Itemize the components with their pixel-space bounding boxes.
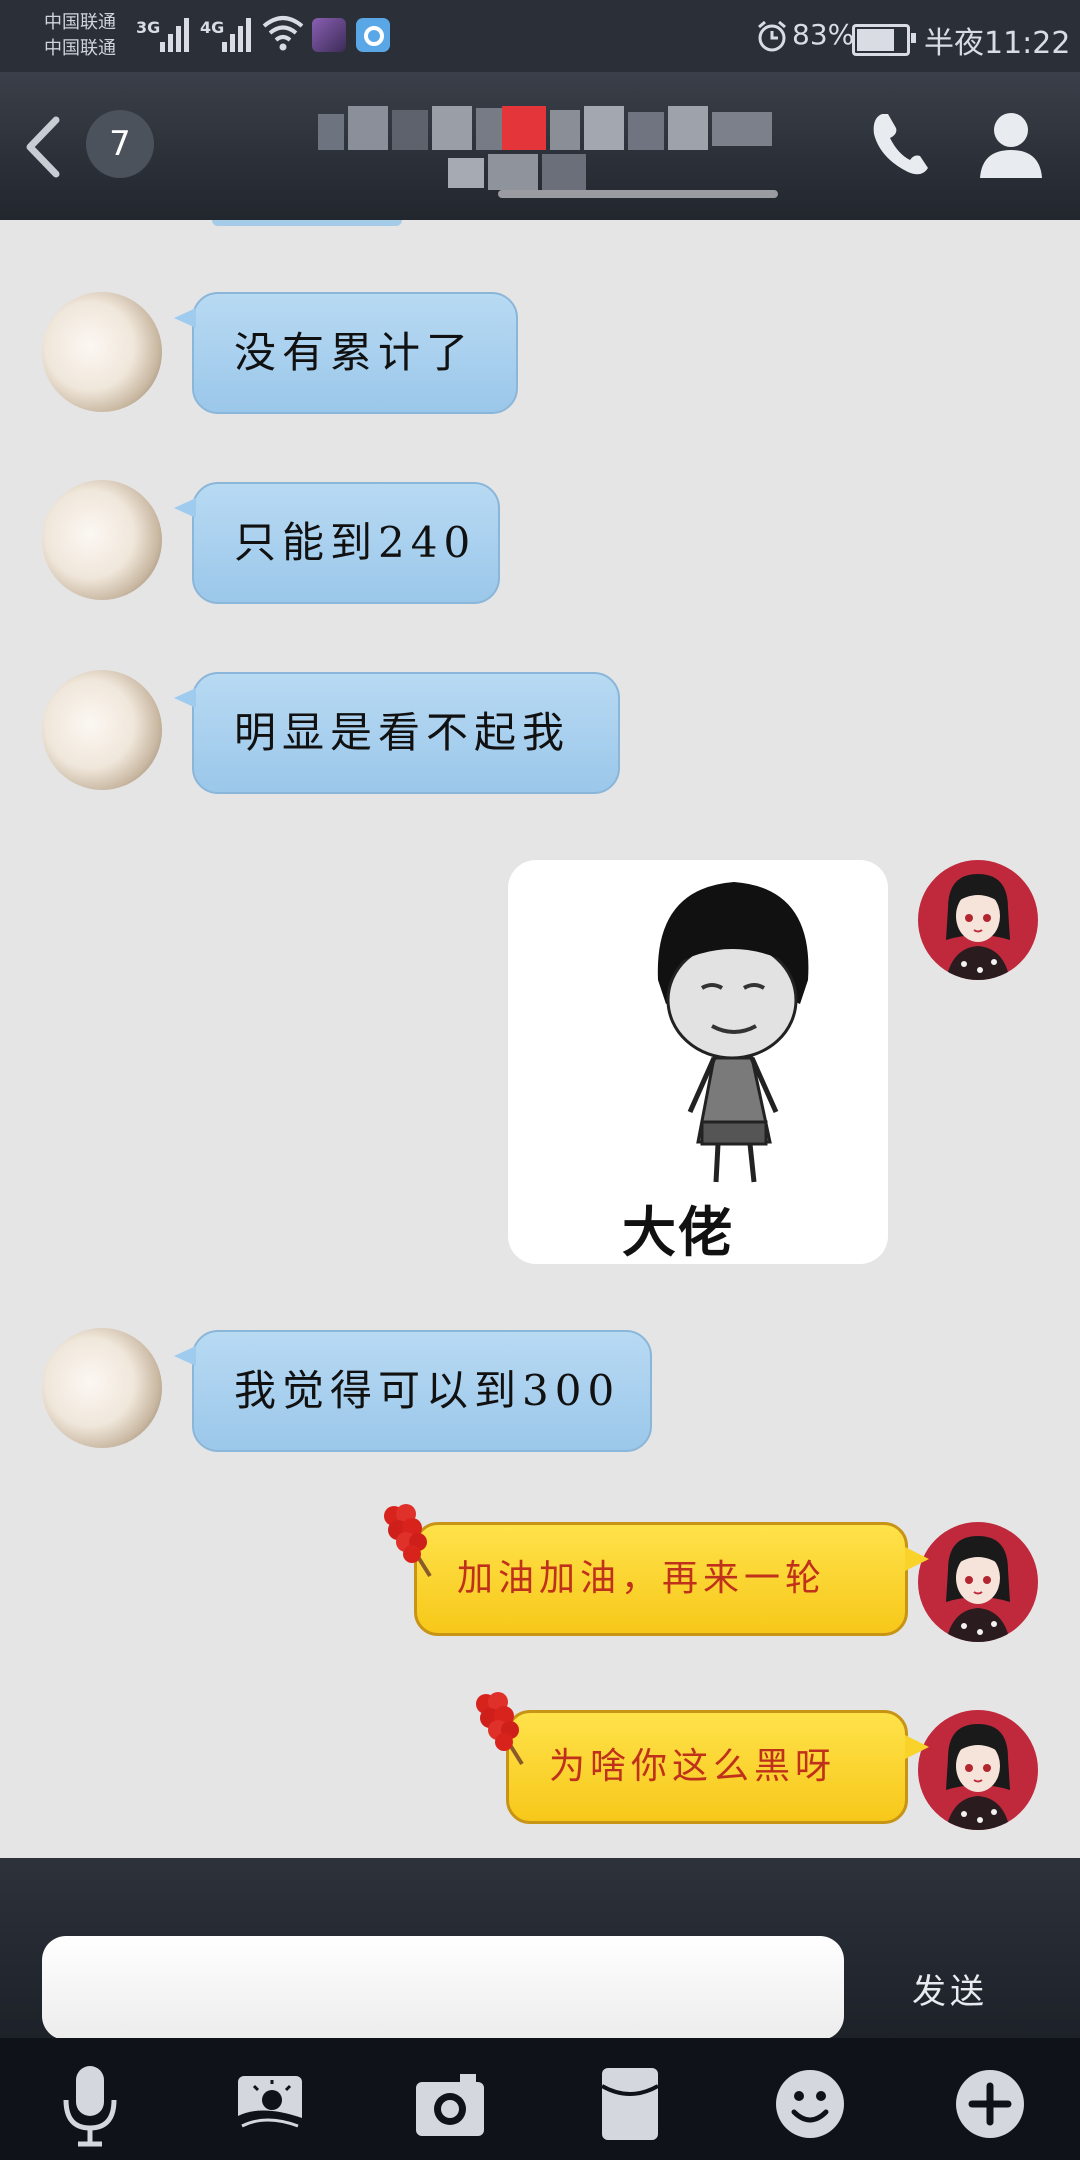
carrier-2: 中国联通 [44,38,116,59]
battery-fill [857,29,894,51]
emoji-icon[interactable] [762,2056,858,2152]
carrier-1: 中国联通 [44,12,116,33]
status-bar: 中国联通 中国联通 3G 4G 83% 半夜11:22 [0,0,1080,72]
profile-icon[interactable] [976,108,1046,180]
incoming-message[interactable]: 我觉得可以到300 [174,1330,652,1452]
carrier-labels: 中国联通 中国联通 [44,10,116,62]
message-list[interactable]: 没有累计了 只能到240 明显是看不起我 大佬 我觉得可以到300 加油加油，再… [0,220,1080,1860]
message-input[interactable] [42,1936,844,2040]
send-button[interactable]: 发送 [880,1936,1020,2040]
network-type-1: 3G [136,18,161,37]
candy-haw-decoration-icon [476,1692,524,1766]
contact-avatar[interactable] [42,1328,162,1448]
sticker-message[interactable]: 大佬 [508,860,888,1264]
battery-icon [852,24,916,56]
alarm-icon [758,20,786,52]
contact-avatar[interactable] [42,670,162,790]
chat-header: 7 [0,72,1080,220]
outgoing-message[interactable]: 加油加油，再来一轮 [414,1522,929,1636]
my-avatar[interactable] [918,1710,1038,1830]
wifi-icon [262,16,304,51]
chat-title-redacted [318,106,778,198]
outgoing-message[interactable]: 为啥你这么黑呀 [506,1710,929,1824]
my-avatar[interactable] [918,860,1038,980]
candy-haw-decoration-icon [384,1504,432,1578]
camera-icon[interactable] [402,2056,498,2152]
phone-icon[interactable] [868,108,934,180]
contact-avatar[interactable] [42,480,162,600]
signal-bars-2-icon [222,14,251,52]
girl-avatar-illustration [946,1536,1010,1642]
bottom-toolbar [0,2038,1080,2160]
app-notification-icon [312,18,346,52]
incoming-message[interactable]: 明显是看不起我 [174,672,620,794]
plus-icon[interactable] [942,2056,1038,2152]
unread-count-badge[interactable]: 7 [86,110,154,178]
incoming-message[interactable]: 只能到240 [174,482,500,604]
microphone-icon[interactable] [42,2056,138,2152]
previous-bubble-edge [212,220,402,226]
sticker-caption: 大佬 [622,1201,734,1264]
my-avatar[interactable] [918,1522,1038,1642]
sticker-figure-icon [657,882,809,1183]
contact-avatar[interactable] [42,292,162,412]
network-type-2: 4G [200,18,225,37]
signal-bars-1-icon [160,14,189,52]
image-icon[interactable] [222,2056,318,2152]
red-packet-icon[interactable] [582,2056,678,2152]
clock: 半夜11:22 [924,26,1071,61]
battery-percent: 83% [792,18,855,51]
incoming-message[interactable]: 没有累计了 [174,292,518,414]
girl-avatar-illustration [946,1724,1010,1830]
input-bar: 发送 [0,1858,1080,2040]
browser-notification-icon [356,18,390,52]
back-icon[interactable] [18,112,68,182]
girl-avatar-illustration [946,874,1010,980]
